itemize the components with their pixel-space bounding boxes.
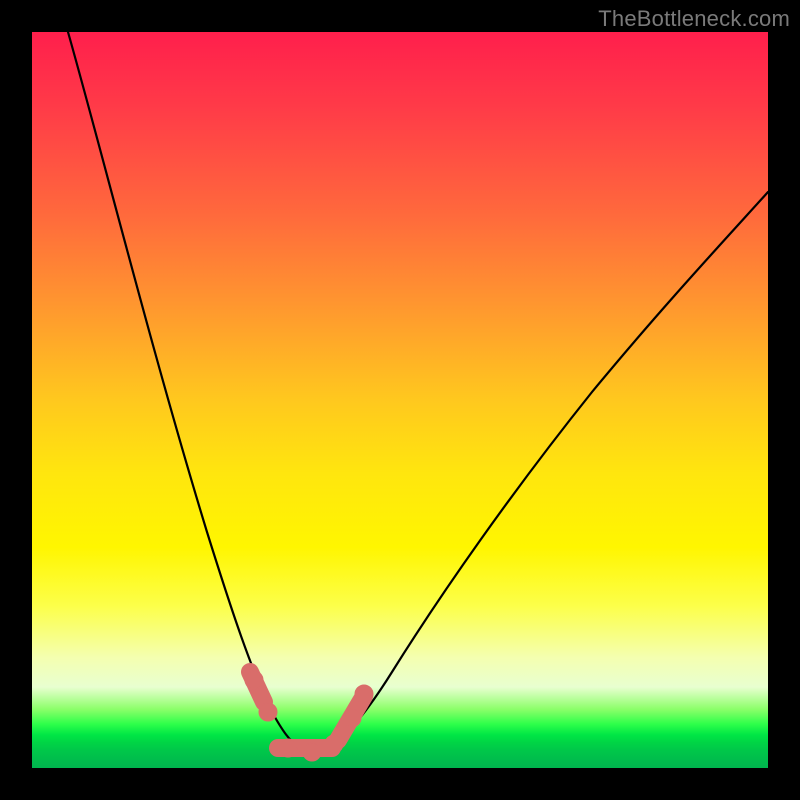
valley-dot-3 — [279, 739, 297, 757]
plot-area — [32, 32, 768, 768]
valley-dot-7 — [355, 685, 373, 703]
valley-dot-4 — [303, 743, 321, 761]
valley-dot-6 — [343, 709, 361, 727]
chart-frame: TheBottleneck.com — [0, 0, 800, 800]
valley-dot-1 — [245, 671, 263, 689]
valley-dot-2 — [259, 703, 277, 721]
curve-path — [68, 32, 768, 751]
valley-dot-5 — [325, 735, 343, 753]
bottleneck-curve — [32, 32, 768, 768]
watermark-text: TheBottleneck.com — [598, 6, 790, 32]
